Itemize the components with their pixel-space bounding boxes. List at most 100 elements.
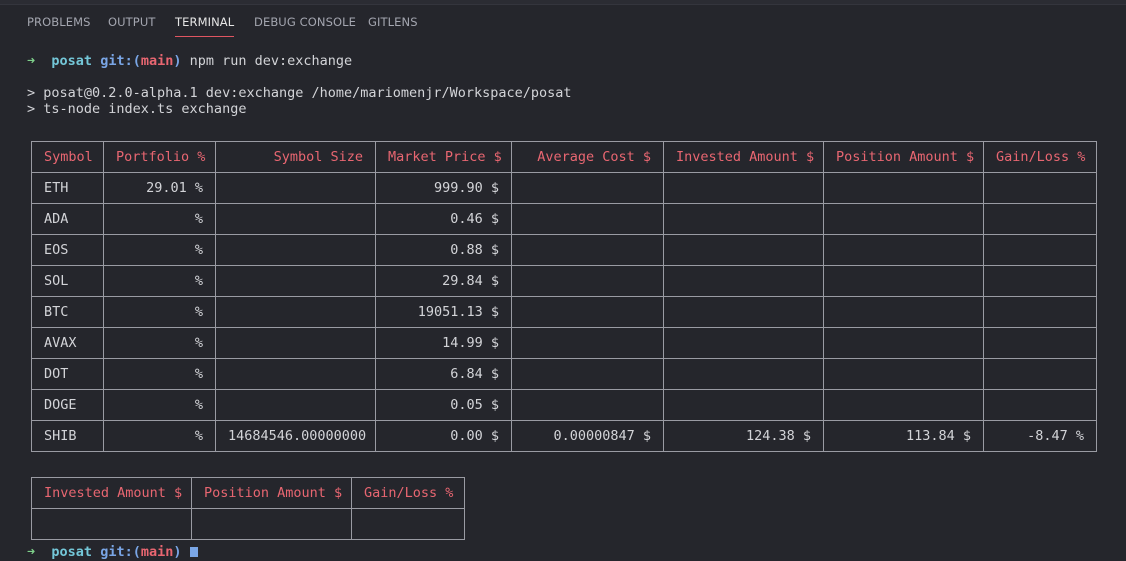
- table-row: DOT % 6.84 $: [31, 358, 1097, 390]
- portfolio-table: Symbol Portfolio % Symbol Size Market Pr…: [31, 141, 1097, 452]
- table-cell: [511, 203, 664, 235]
- terminal-cursor: [189, 547, 198, 557]
- table-cell: [215, 296, 376, 328]
- table-cell: 14684546.00000000: [215, 420, 376, 452]
- table-cell: DOGE: [31, 389, 104, 421]
- table-cell: [823, 327, 984, 359]
- table-cell: [215, 203, 376, 235]
- table-cell: [351, 508, 465, 540]
- table-row: EOS % 0.88 $: [31, 234, 1097, 266]
- table-cell: SOL: [31, 265, 104, 297]
- table-cell: BTC: [31, 296, 104, 328]
- output-line: > ts-node index.ts exchange: [27, 101, 247, 117]
- table-cell: 113.84 $: [823, 420, 984, 452]
- terminal-output[interactable]: ➜ posat git:(main) npm run dev:exchange …: [0, 0, 1126, 560]
- table-cell: [983, 296, 1097, 328]
- table-cell: [983, 265, 1097, 297]
- table-row: ETH 29.01 % 999.90 $: [31, 172, 1097, 204]
- prompt-directory: posat: [51, 544, 93, 560]
- table-cell: [511, 172, 664, 204]
- column-header: Average Cost $: [511, 141, 664, 173]
- table-cell: 29.01 %: [103, 172, 216, 204]
- table-cell: [983, 389, 1097, 421]
- table-cell: 999.90 $: [375, 172, 512, 204]
- table-cell: [215, 358, 376, 390]
- table-cell: [511, 327, 664, 359]
- column-header: Portfolio %: [103, 141, 216, 173]
- table-cell: 124.38 $: [663, 420, 824, 452]
- table-header-row: Invested Amount $ Position Amount $ Gain…: [31, 477, 465, 509]
- column-header: Gain/Loss %: [351, 477, 465, 509]
- table-cell: %: [103, 296, 216, 328]
- table-cell: [823, 203, 984, 235]
- table-cell: [823, 172, 984, 204]
- table-cell: [663, 327, 824, 359]
- table-cell: [663, 234, 824, 266]
- table-cell: [31, 508, 192, 540]
- table-cell: [823, 296, 984, 328]
- prompt-command: npm run dev:exchange: [189, 53, 353, 69]
- table-row: BTC % 19051.13 $: [31, 296, 1097, 328]
- column-header: Invested Amount $: [663, 141, 824, 173]
- prompt-directory: posat: [51, 53, 93, 69]
- table-row: ADA % 0.46 $: [31, 203, 1097, 235]
- prompt-git-close: ): [173, 544, 182, 560]
- table-cell: %: [103, 234, 216, 266]
- prompt-arrow-icon: ➜: [27, 53, 36, 69]
- table-cell: %: [103, 420, 216, 452]
- table-cell: [511, 296, 664, 328]
- table-cell: %: [103, 327, 216, 359]
- table-cell: 0.00000847 $: [511, 420, 664, 452]
- table-cell: 19051.13 $: [375, 296, 512, 328]
- table-cell: ADA: [31, 203, 104, 235]
- table-cell: 0.88 $: [375, 234, 512, 266]
- table-cell: [983, 172, 1097, 204]
- table-cell: 0.00 $: [375, 420, 512, 452]
- table-cell: [511, 389, 664, 421]
- table-cell: 0.05 $: [375, 389, 512, 421]
- table-cell: [663, 203, 824, 235]
- table-cell: %: [103, 203, 216, 235]
- table-cell: DOT: [31, 358, 104, 390]
- table-cell: [663, 389, 824, 421]
- table-header-row: Symbol Portfolio % Symbol Size Market Pr…: [31, 141, 1097, 173]
- table-cell: [983, 203, 1097, 235]
- summary-table: Invested Amount $ Position Amount $ Gain…: [31, 477, 465, 540]
- table-cell: [191, 508, 352, 540]
- table-cell: [215, 234, 376, 266]
- table-cell: EOS: [31, 234, 104, 266]
- table-cell: [215, 265, 376, 297]
- table-row: SHIB % 14684546.00000000 0.00 $ 0.000008…: [31, 420, 1097, 452]
- prompt-branch: main: [140, 544, 174, 560]
- table-cell: %: [103, 389, 216, 421]
- table-cell: %: [103, 358, 216, 390]
- current-prompt-line: ➜ posat git:(main): [27, 543, 198, 561]
- table-cell: [511, 265, 664, 297]
- table-cell: [663, 296, 824, 328]
- table-cell: [511, 234, 664, 266]
- column-header: Position Amount $: [191, 477, 352, 509]
- table-cell: -8.47 %: [983, 420, 1097, 452]
- table-cell: 0.46 $: [375, 203, 512, 235]
- table-cell: 6.84 $: [375, 358, 512, 390]
- table-row: [31, 508, 465, 540]
- table-cell: AVAX: [31, 327, 104, 359]
- table-cell: [511, 358, 664, 390]
- table-cell: [823, 358, 984, 390]
- table-cell: 29.84 $: [375, 265, 512, 297]
- column-header: Position Amount $: [823, 141, 984, 173]
- table-cell: [823, 265, 984, 297]
- column-header: Gain/Loss %: [983, 141, 1097, 173]
- table-cell: SHIB: [31, 420, 104, 452]
- table-cell: %: [103, 265, 216, 297]
- prompt-branch: main: [140, 53, 174, 69]
- prompt-git-close: ): [173, 53, 182, 69]
- table-cell: [215, 172, 376, 204]
- table-cell: [983, 234, 1097, 266]
- table-cell: [663, 358, 824, 390]
- table-cell: [215, 389, 376, 421]
- column-header: Symbol Size: [215, 141, 376, 173]
- table-cell: ETH: [31, 172, 104, 204]
- table-cell: [983, 327, 1097, 359]
- prompt-git-label: git:(: [100, 53, 141, 69]
